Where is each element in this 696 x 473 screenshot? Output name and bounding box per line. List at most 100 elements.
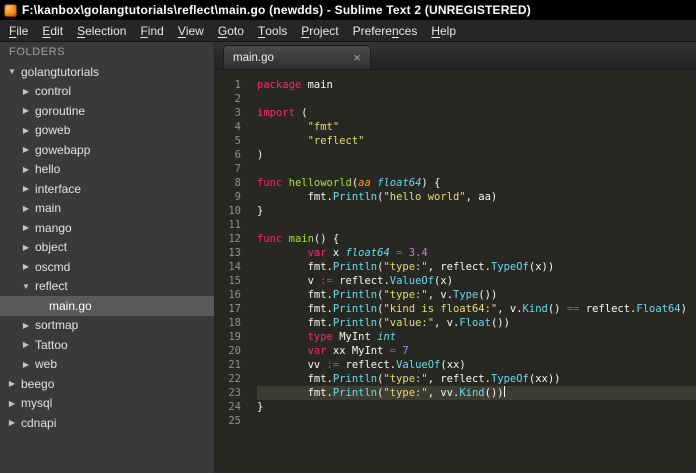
code-line-text[interactable]: type MyInt int [257,330,696,344]
sidebar-item-hello[interactable]: ▶ hello [0,160,214,180]
chevron-collapsed-icon[interactable]: ▶ [20,360,32,369]
code-line-8[interactable]: 8 func helloworld(aa float64) { [215,176,696,190]
chevron-collapsed-icon[interactable]: ▶ [20,145,32,154]
sidebar-item-control[interactable]: ▶ control [0,82,214,102]
code-line-text[interactable] [257,92,696,106]
menu-view[interactable]: View [171,20,211,41]
sidebar-item-goweb[interactable]: ▶ goweb [0,121,214,141]
tab-close-icon[interactable]: × [353,51,361,64]
code-line-text[interactable] [257,162,696,176]
code-line-24[interactable]: 24} [215,400,696,414]
code-line-13[interactable]: 13 var x float64 = 3.4 [215,246,696,260]
chevron-collapsed-icon[interactable]: ▶ [20,321,32,330]
code-line-3[interactable]: 3 import ( [215,106,696,120]
code-line-17[interactable]: 17 fmt.Println("kind is float64:", v.Kin… [215,302,696,316]
menu-file[interactable]: File [2,20,35,41]
code-line-11[interactable]: 11 [215,218,696,232]
code-line-9[interactable]: 9 fmt.Println("hello world", aa) [215,190,696,204]
code-line-text[interactable]: fmt.Println("type:", v.Type()) [257,288,696,302]
code-line-10[interactable]: 10} [215,204,696,218]
sidebar-item-mysql[interactable]: ▶ mysql [0,394,214,414]
code-line-20[interactable]: 20 var xx MyInt = 7 [215,344,696,358]
code-line-text[interactable]: vv := reflect.ValueOf(xx) [257,358,696,372]
code-line-text[interactable]: v := reflect.ValueOf(x) [257,274,696,288]
code-line-text[interactable]: fmt.Println("hello world", aa) [257,190,696,204]
sidebar-item-sortmap[interactable]: ▶ sortmap [0,316,214,336]
sidebar-item-gowebapp[interactable]: ▶ gowebapp [0,140,214,160]
menu-goto[interactable]: Goto [211,20,251,41]
code-line-25[interactable]: 25 [215,414,696,428]
code-line-text[interactable]: func main() { [257,232,696,246]
menu-tools[interactable]: Tools [251,20,294,41]
chevron-collapsed-icon[interactable]: ▶ [20,106,32,115]
sidebar-item-tattoo[interactable]: ▶ Tattoo [0,335,214,355]
code-line-18[interactable]: 18 fmt.Println("value:", v.Float()) [215,316,696,330]
code-line-text[interactable]: "fmt" [257,120,696,134]
chevron-collapsed-icon[interactable]: ▶ [20,126,32,135]
code-line-text[interactable] [257,414,696,428]
menu-help[interactable]: Help [424,20,463,41]
menu-selection[interactable]: Selection [70,20,133,41]
sidebar-item-oscmd[interactable]: ▶ oscmd [0,257,214,277]
code-area[interactable]: 1 package main 2 3 import (4 "fmt" 5 "reflect… [215,70,696,473]
menu-find[interactable]: Find [133,20,170,41]
code-line-23[interactable]: 23 fmt.Println("type:", vv.Kind()) [215,386,696,400]
code-line-5[interactable]: 5 "reflect" [215,134,696,148]
sidebar-item-golangtutorials[interactable]: ▼ golangtutorials [0,62,214,82]
code-line-text[interactable]: fmt.Println("type:", reflect.TypeOf(x)) [257,260,696,274]
sublime-app-icon[interactable] [4,3,17,17]
title-bar[interactable]: F:\kanbox\golangtutorials\reflect\main.g… [0,0,696,20]
code-line-text[interactable]: fmt.Println("kind is float64:", v.Kind()… [257,302,696,316]
chevron-collapsed-icon[interactable]: ▶ [6,379,18,388]
chevron-collapsed-icon[interactable]: ▶ [20,204,32,213]
sidebar-item-cdnapi[interactable]: ▶ cdnapi [0,413,214,433]
code-line-text[interactable]: } [257,204,696,218]
code-line-21[interactable]: 21 vv := reflect.ValueOf(xx) [215,358,696,372]
code-line-22[interactable]: 22 fmt.Println("type:", reflect.TypeOf(x… [215,372,696,386]
menu-project[interactable]: Project [294,20,345,41]
sidebar-item-main[interactable]: ▶ main [0,199,214,219]
code-line-text[interactable]: package main [257,78,696,92]
code-line-6[interactable]: 6) [215,148,696,162]
code-line-14[interactable]: 14 fmt.Println("type:", reflect.TypeOf(x… [215,260,696,274]
sidebar-item-beego[interactable]: ▶ beego [0,374,214,394]
chevron-collapsed-icon[interactable]: ▶ [20,184,32,193]
chevron-collapsed-icon[interactable]: ▶ [20,223,32,232]
code-line-7[interactable]: 7 [215,162,696,176]
code-line-text[interactable]: "reflect" [257,134,696,148]
chevron-collapsed-icon[interactable]: ▶ [20,165,32,174]
chevron-collapsed-icon[interactable]: ▶ [20,87,32,96]
menu-preferences[interactable]: Prefere n ces [346,20,425,41]
sidebar-item-mango[interactable]: ▶ mango [0,218,214,238]
sidebar-item-reflect[interactable]: ▼ reflect [0,277,214,297]
menu-edit[interactable]: Edit [35,20,70,41]
chevron-expanded-icon[interactable]: ▼ [20,282,32,291]
code-line-15[interactable]: 15 v := reflect.ValueOf(x) [215,274,696,288]
tab-main.go[interactable]: main.go × [223,45,371,69]
sidebar-item-web[interactable]: ▶ web [0,355,214,375]
code-line-19[interactable]: 19 type MyInt int [215,330,696,344]
code-line-text[interactable]: var xx MyInt = 7 [257,344,696,358]
code-line-text[interactable]: func helloworld(aa float64) { [257,176,696,190]
code-line-1[interactable]: 1 package main [215,78,696,92]
code-line-text[interactable]: ) [257,148,696,162]
chevron-collapsed-icon[interactable]: ▶ [20,243,32,252]
code-line-text[interactable]: fmt.Println("type:", reflect.TypeOf(xx)) [257,372,696,386]
chevron-collapsed-icon[interactable]: ▶ [20,340,32,349]
code-line-2[interactable]: 2 [215,92,696,106]
code-line-4[interactable]: 4 "fmt" [215,120,696,134]
chevron-expanded-icon[interactable]: ▼ [6,67,18,76]
sidebar-item-object[interactable]: ▶ object [0,238,214,258]
code-line-16[interactable]: 16 fmt.Println("type:", v.Type()) [215,288,696,302]
sidebar-item-main.go[interactable]: main.go [0,296,214,316]
code-line-text[interactable]: } [257,400,696,414]
code-line-text[interactable]: fmt.Println("value:", v.Float()) [257,316,696,330]
code-line-text[interactable]: import ( [257,106,696,120]
code-line-text[interactable]: var x float64 = 3.4 [257,246,696,260]
code-line-text[interactable] [257,218,696,232]
chevron-collapsed-icon[interactable]: ▶ [20,262,32,271]
sidebar-item-interface[interactable]: ▶ interface [0,179,214,199]
chevron-collapsed-icon[interactable]: ▶ [6,418,18,427]
chevron-collapsed-icon[interactable]: ▶ [6,399,18,408]
code-line-text[interactable]: fmt.Println("type:", vv.Kind()) [257,386,696,400]
